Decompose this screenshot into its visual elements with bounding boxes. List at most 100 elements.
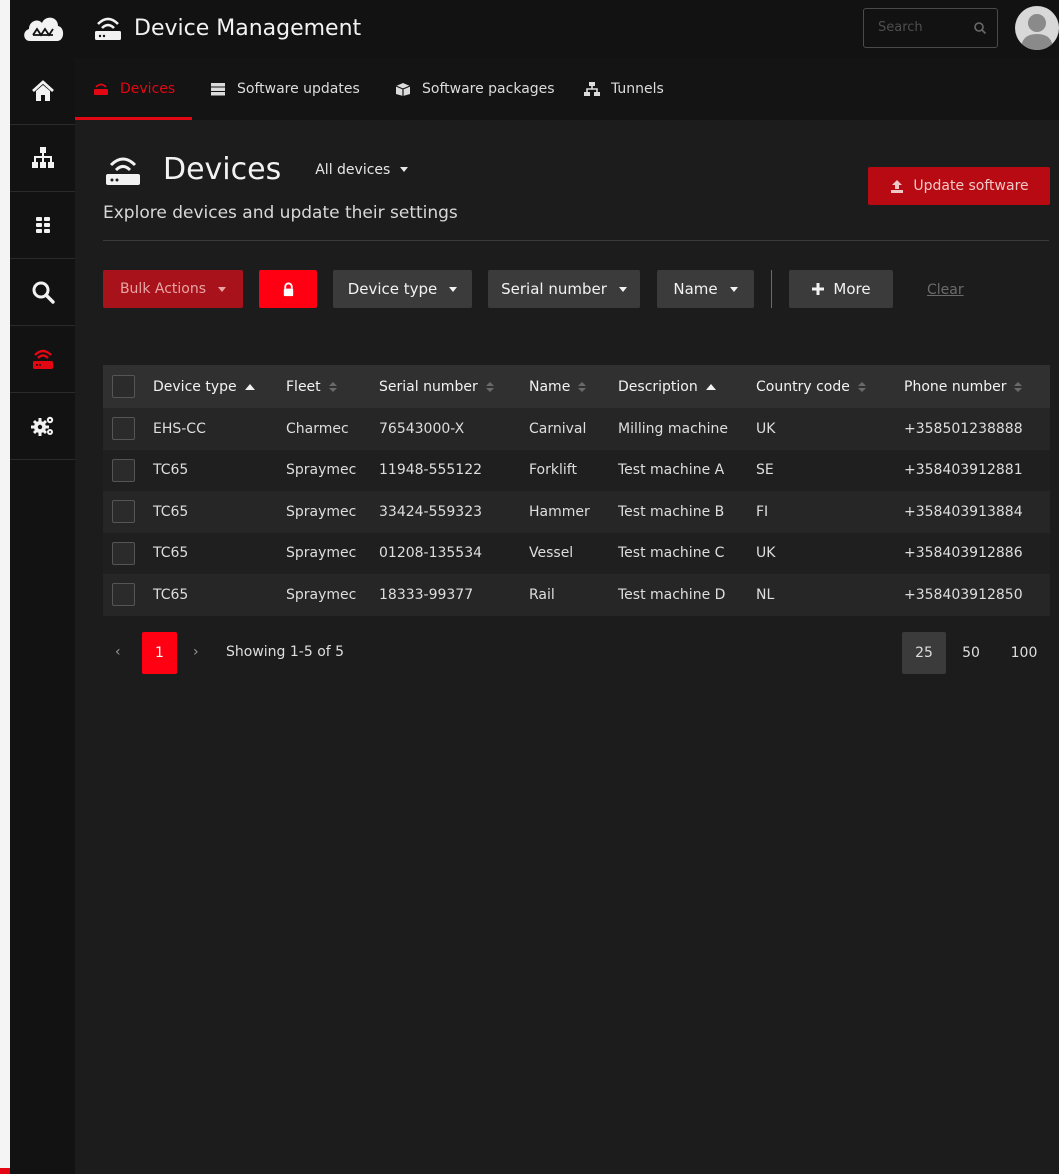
row-checkbox[interactable] (112, 541, 135, 565)
cell-fleet: Spraymec (286, 586, 357, 603)
sort-asc-icon (705, 383, 716, 390)
cell-country-code: UK (756, 420, 776, 437)
column-header-label: Serial number (379, 378, 478, 395)
column-header-country-code[interactable]: Country code (756, 365, 866, 408)
tab-software-packages[interactable]: Software packages (377, 58, 572, 120)
cell-fleet: Spraymec (286, 503, 357, 520)
cell-name: Forklift (529, 462, 577, 479)
app-title-label: Device Management (134, 15, 362, 41)
next-page-button[interactable]: › (193, 644, 199, 660)
cell-serial-number: 18333-99377 (379, 586, 474, 603)
cell-phone-number: +358403912850 (904, 586, 1023, 603)
cell-description: Test machine B (618, 503, 725, 520)
sort-icon (485, 381, 494, 392)
device-filter-dropdown[interactable]: All devices (315, 162, 409, 178)
select-all-checkbox[interactable] (112, 375, 135, 398)
sidebar-item-home[interactable] (10, 58, 75, 125)
column-header-name[interactable]: Name (529, 365, 587, 408)
cell-serial-number: 76543000-X (379, 420, 465, 437)
row-checkbox[interactable] (112, 500, 135, 524)
cloud-logo-icon[interactable] (20, 9, 66, 49)
more-filters-button[interactable]: More (789, 270, 893, 308)
column-header-fleet[interactable]: Fleet (286, 365, 337, 408)
sidebar-item-settings[interactable] (10, 393, 75, 460)
window-left-edge-accent (0, 1168, 10, 1174)
column-header-device-type[interactable]: Device type (153, 365, 255, 408)
router-icon (95, 17, 121, 40)
sort-icon (578, 381, 587, 392)
app-title: Device Management (92, 14, 361, 42)
clear-filters-link[interactable]: Clear (927, 282, 964, 298)
page-button-current[interactable]: 1 (142, 632, 177, 674)
package-icon (395, 83, 411, 96)
column-header-serial-number[interactable]: Serial number (379, 365, 494, 408)
tab-software-updates[interactable]: Software updates (192, 58, 377, 120)
tab-tunnels-label: Tunnels (611, 81, 664, 97)
search-box[interactable] (863, 8, 998, 48)
table-row[interactable]: TC65 Spraymec 33424-559323 Hammer Test m… (103, 491, 1050, 533)
cell-device-type: TC65 (153, 545, 189, 562)
name-filter-label: Name (673, 280, 718, 298)
row-checkbox[interactable] (112, 417, 135, 441)
page-size-option-25[interactable]: 25 (902, 632, 946, 674)
cell-name: Vessel (529, 545, 574, 562)
sidebar-item-apps[interactable] (10, 192, 75, 259)
tab-devices-label: Devices (120, 81, 176, 97)
column-header-label: Country code (756, 378, 850, 395)
upload-icon (891, 180, 904, 193)
pagination-info: Showing 1-5 of 5 (226, 644, 345, 660)
lock-filter-button[interactable] (259, 270, 317, 308)
sort-icon (328, 381, 337, 392)
plus-icon (812, 283, 825, 295)
avatar[interactable] (1015, 6, 1059, 50)
update-software-label: Update software (913, 178, 1029, 194)
cell-fleet: Spraymec (286, 545, 357, 562)
gears-icon (30, 416, 53, 436)
cell-serial-number: 01208-135534 (379, 545, 483, 562)
cell-serial-number: 11948-555122 (379, 462, 483, 479)
table-row[interactable]: TC65 Spraymec 01208-135534 Vessel Test m… (103, 532, 1050, 574)
tab-software-packages-label: Software packages (422, 81, 555, 97)
search-input[interactable] (878, 20, 968, 35)
device-type-filter-label: Device type (347, 280, 438, 298)
column-header-phone-number[interactable]: Phone number (904, 365, 1023, 408)
page-size-option-50[interactable]: 50 (952, 632, 990, 674)
server-icon (211, 83, 225, 96)
table-row[interactable]: EHS-CC Charmec 76543000-X Carnival Milli… (103, 408, 1050, 450)
cell-phone-number: +358403912886 (904, 545, 1023, 562)
serial-number-filter-button[interactable]: Serial number (488, 270, 640, 308)
tab-tunnels[interactable]: Tunnels (566, 58, 681, 120)
router-icon (106, 157, 140, 185)
page-size-option-100[interactable]: 100 (1002, 632, 1046, 674)
table-row[interactable]: TC65 Spraymec 11948-555122 Forklift Test… (103, 449, 1050, 491)
column-header-label: Device type (153, 378, 237, 395)
search-icon[interactable] (973, 21, 987, 35)
sidebar-item-search[interactable] (10, 259, 75, 326)
cell-country-code: SE (756, 462, 774, 479)
page-header: Devices All devices (103, 152, 409, 187)
devices-table: Device type Fleet Serial number Name Des… (103, 365, 1050, 616)
sitemap-icon (31, 147, 54, 168)
device-type-filter-button[interactable]: Device type (333, 270, 472, 308)
column-header-label: Fleet (286, 378, 321, 395)
column-header-description[interactable]: Description (618, 365, 716, 408)
sort-icon (857, 381, 866, 392)
row-checkbox[interactable] (112, 583, 135, 607)
sidebar-item-fleets[interactable] (10, 125, 75, 192)
cell-device-type: TC65 (153, 503, 189, 520)
row-checkbox[interactable] (112, 458, 135, 482)
name-filter-button[interactable]: Name (657, 270, 754, 308)
bulk-actions-button[interactable]: Bulk Actions (103, 270, 243, 308)
tab-devices[interactable]: Devices (75, 58, 193, 120)
caret-down-icon (400, 167, 409, 172)
cell-description: Milling machine (618, 420, 729, 437)
table-row[interactable]: TC65 Spraymec 18333-99377 Rail Test mach… (103, 574, 1050, 616)
sidebar-item-devices[interactable] (10, 326, 75, 393)
column-header-label: Name (529, 378, 571, 395)
cell-description: Test machine C (618, 545, 725, 562)
page-title: Devices (163, 152, 282, 187)
caret-down-icon (729, 286, 738, 292)
cell-fleet: Charmec (286, 420, 349, 437)
update-software-button[interactable]: Update software (868, 167, 1050, 205)
previous-page-button[interactable]: ‹ (115, 644, 121, 660)
